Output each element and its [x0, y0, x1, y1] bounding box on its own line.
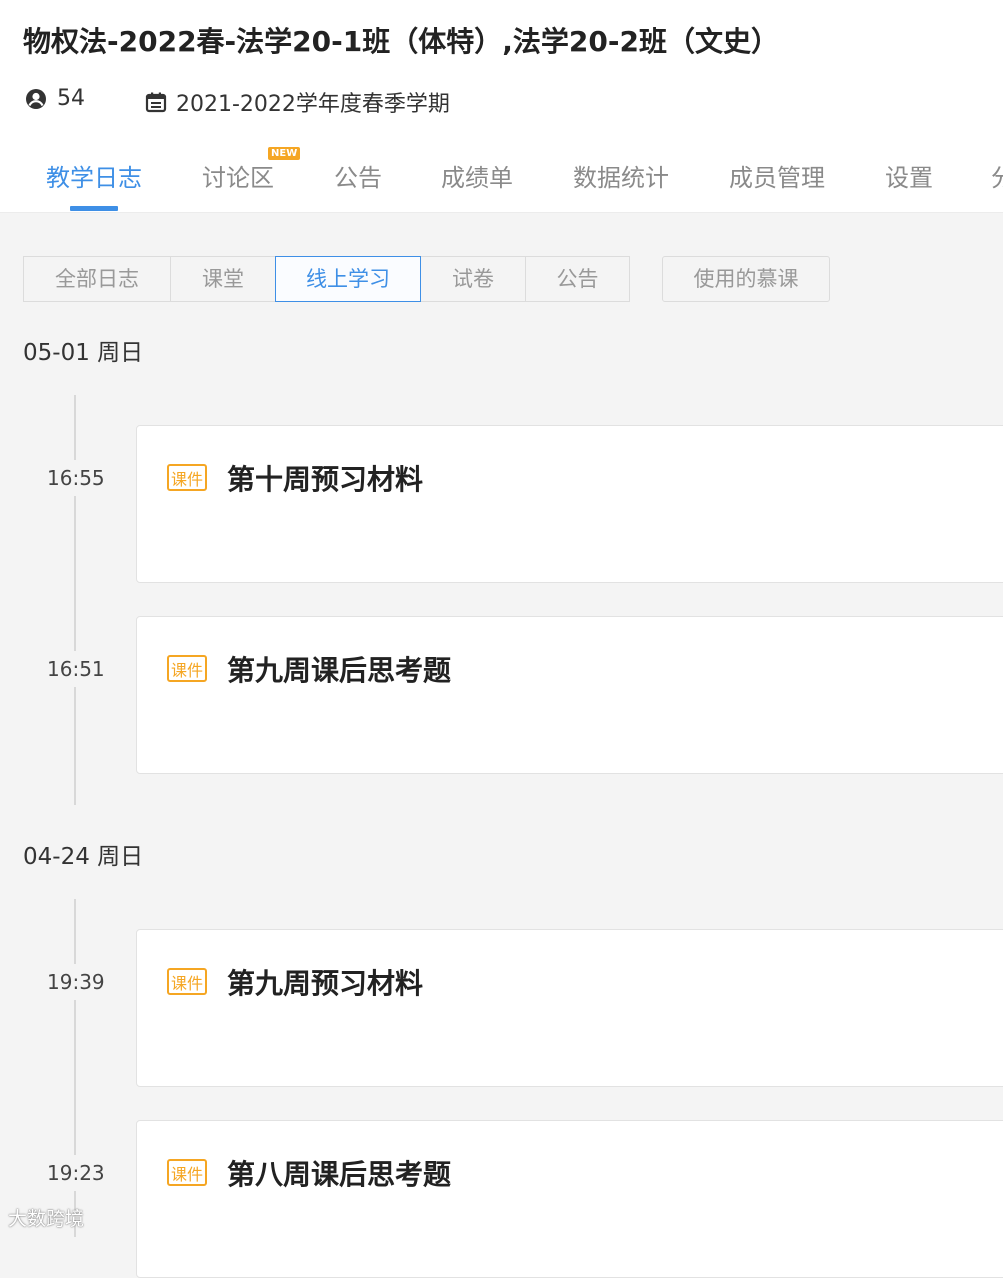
- log-entry-card[interactable]: 课件 第九周预习材料: [136, 929, 1003, 1087]
- log-filter-group: 全部日志 课堂 线上学习 试卷 公告: [23, 256, 630, 302]
- member-count[interactable]: 54: [24, 86, 85, 111]
- course-tabs: 教学日志 讨论区 公告 成绩单 数据统计 成员管理 设置 分: [0, 140, 1003, 212]
- entry-title[interactable]: 第八周课后思考题: [227, 1153, 451, 1193]
- courseware-tag: 课件: [167, 1159, 207, 1186]
- filter-classroom[interactable]: 课堂: [170, 256, 276, 302]
- tab-gradebook[interactable]: 成绩单: [441, 158, 513, 193]
- filter-all-logs[interactable]: 全部日志: [23, 256, 171, 302]
- filter-exams[interactable]: 试卷: [420, 256, 526, 302]
- date-heading: 04-24 周日: [23, 844, 144, 870]
- new-badge: NEW: [268, 147, 301, 160]
- entry-title[interactable]: 第九周课后思考题: [227, 649, 451, 689]
- entry-time: 16:51: [47, 651, 105, 687]
- entry-time: 19:23: [47, 1155, 105, 1191]
- tab-teaching-log[interactable]: 教学日志: [46, 158, 142, 193]
- tab-overflow[interactable]: 分: [991, 158, 1003, 193]
- filter-online-learning[interactable]: 线上学习: [275, 256, 421, 302]
- entry-time: 16:55: [47, 460, 105, 496]
- used-mooc-button[interactable]: 使用的慕课: [662, 256, 830, 302]
- courseware-tag: 课件: [167, 464, 207, 491]
- timeline-line: [74, 395, 76, 805]
- log-entry-card[interactable]: 课件 第十周预习材料: [136, 425, 1003, 583]
- member-count-value: 54: [57, 86, 85, 111]
- course-title: 物权法-2022春-法学20-1班（体特）,法学20-2班（文史）: [23, 25, 779, 58]
- courseware-tag: 课件: [167, 968, 207, 995]
- calendar-icon: [145, 92, 167, 113]
- tab-discussion[interactable]: 讨论区: [202, 158, 274, 193]
- tab-announcements[interactable]: 公告: [334, 158, 382, 193]
- active-tab-indicator: [70, 206, 118, 211]
- log-entry-card[interactable]: 课件 第九周课后思考题: [136, 616, 1003, 774]
- semester-info: 2021-2022学年度春季学期: [145, 86, 450, 118]
- tab-statistics[interactable]: 数据统计: [573, 158, 669, 193]
- tab-settings[interactable]: 设置: [885, 158, 933, 193]
- course-header: 物权法-2022春-法学20-1班（体特）,法学20-2班（文史） 54 202…: [0, 0, 1003, 213]
- entry-time: 19:39: [47, 964, 105, 1000]
- user-circle-icon: [26, 88, 46, 109]
- date-heading: 05-01 周日: [23, 340, 144, 366]
- semester-text: 2021-2022学年度春季学期: [176, 92, 450, 117]
- entry-title[interactable]: 第九周预习材料: [227, 962, 423, 1002]
- courseware-tag: 课件: [167, 655, 207, 682]
- tab-members[interactable]: 成员管理: [729, 158, 825, 193]
- filter-announcements[interactable]: 公告: [525, 256, 630, 302]
- entry-title[interactable]: 第十周预习材料: [227, 458, 423, 498]
- log-entry-card[interactable]: 课件 第八周课后思考题: [136, 1120, 1003, 1278]
- watermark: 大数跨境: [8, 1208, 85, 1230]
